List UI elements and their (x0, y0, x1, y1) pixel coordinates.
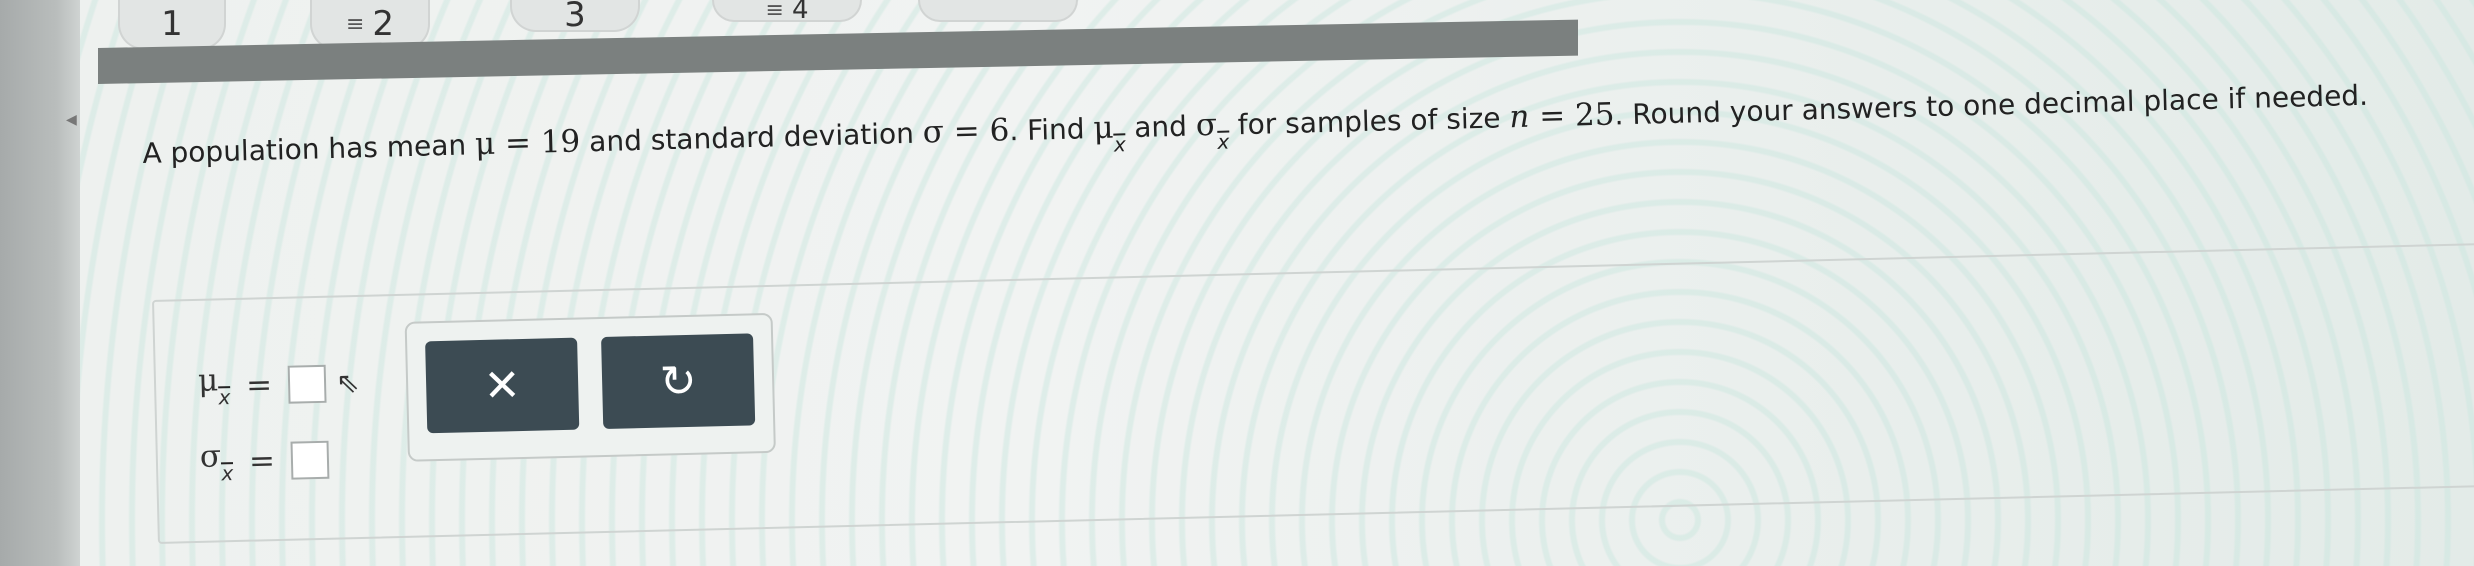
cursor-icon: ⇖ (335, 365, 360, 400)
sd-answer-row: σx = (199, 436, 330, 486)
device-bezel (0, 0, 80, 566)
tab-label: 2 (372, 4, 395, 44)
scroll-left-icon[interactable]: ◀ (66, 112, 77, 128)
clear-button[interactable]: ✕ (425, 337, 580, 434)
mean-symbol: μx (197, 362, 231, 410)
list-icon: ≡ (765, 0, 784, 23)
mean-input[interactable] (287, 364, 327, 404)
close-icon: ✕ (483, 359, 522, 412)
question-tab-4[interactable]: ≡ 4 (712, 0, 862, 25)
tab-label: 4 (791, 0, 809, 25)
list-icon: ≡ (345, 11, 365, 37)
reset-button[interactable]: ↻ (601, 333, 756, 430)
question-tab-1[interactable]: 1 (118, 0, 226, 50)
sd-symbol: σx (199, 438, 234, 486)
question-tab-5[interactable] (918, 0, 1078, 22)
mean-answer-row: μx = ⇖ (197, 362, 360, 410)
tab-label: 3 (564, 0, 586, 35)
undo-icon: ↻ (659, 355, 698, 408)
sd-input[interactable] (290, 440, 330, 480)
tab-label: 1 (161, 4, 183, 44)
action-buttons: ✕ ↻ (404, 312, 776, 462)
question-tab-3[interactable]: 3 (510, 0, 640, 35)
